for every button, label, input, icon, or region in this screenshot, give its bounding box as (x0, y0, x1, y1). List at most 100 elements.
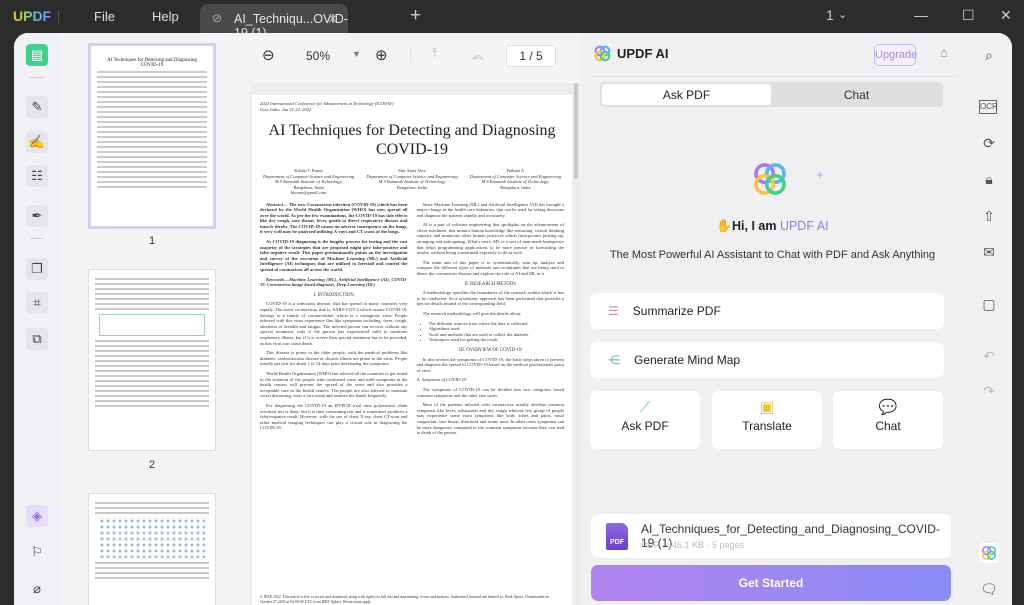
menu-file[interactable]: File (94, 9, 115, 24)
tab-chat[interactable]: Chat (772, 84, 941, 105)
paragraph: The symptoms of COVID-19 can be divided … (416, 386, 564, 398)
get-started-button[interactable]: Get Started (591, 565, 951, 601)
scrollbar[interactable] (574, 83, 578, 179)
subtitle: The Most Powerful AI Assistant to Chat w… (609, 249, 936, 261)
ask-pdf-card[interactable]: ⟋ Ask PDF (590, 391, 700, 449)
sign-icon[interactable]: ✒ (26, 205, 48, 227)
paragraph: Since Machine Learning (ML) and Artifici… (416, 201, 564, 218)
page-thumbnail[interactable] (88, 269, 216, 451)
paper-title: AI Techniques for Detecting and Diagnosi… (268, 122, 556, 158)
app-window: ▤ ✎ ✍ ☷ ✒ ❐ ⌗ ⧉ ◈ ⚐ ⌀ AI Techniques for … (14, 33, 1012, 605)
save-icon[interactable]: ▢ (979, 294, 999, 314)
comment-icon[interactable]: 🗨︎ (979, 579, 999, 599)
pdf-viewer: ⊖ 50% ▼ ⊕ ⤒ ︽ 1 / 5 2022 International C… (250, 33, 580, 605)
action-label: Generate Mind Map (634, 353, 741, 367)
ocr-icon[interactable]: OCR (979, 100, 998, 114)
upgrade-button[interactable]: Upgrade (874, 44, 917, 66)
zoom-out-icon[interactable]: ⊖ (262, 46, 275, 64)
search-icon[interactable]: ⌕ (979, 45, 999, 65)
paragraph: In this section the symptoms of COVID-19… (416, 356, 564, 373)
abstract-2: As COVID-19 diagnosing is the lengthy pr… (260, 239, 408, 273)
chevron-down-icon[interactable]: ⌄ (838, 8, 847, 21)
paragraph: Most of the patients infected with coron… (416, 402, 564, 436)
document-tab[interactable]: ⊘ AI_Techniqu...OVID-19 (1) ✕ (200, 4, 348, 40)
translate-icon: ▣ (759, 399, 775, 416)
updf-logo[interactable]: UPDF (13, 8, 51, 24)
new-tab-button[interactable]: + (410, 5, 421, 27)
author: Kshitij C Kamo Department of Computer Sci… (262, 168, 355, 195)
protect-icon[interactable]: 🔒︎ (979, 169, 999, 189)
zoom-in-icon[interactable]: ⊕ (375, 46, 388, 64)
divider (30, 238, 44, 239)
paragraph: The research methodology will give the d… (422, 311, 522, 316)
pdf-page: 2022 International Conference for Advanc… (252, 95, 572, 605)
chat-card[interactable]: 💬 Chat (833, 391, 943, 449)
organize-pages-icon[interactable]: ❐ (26, 258, 48, 280)
generate-mind-map-button[interactable]: ⋲ Generate Mind Map (590, 342, 944, 378)
bookmark-icon[interactable]: ⚐ (26, 541, 48, 563)
maximize-button[interactable]: ☐ (962, 7, 975, 24)
greeting: ✋Hi, I am UPDF AI (580, 219, 965, 234)
thumbnail-label: 1 (148, 235, 156, 247)
page-thumbnail[interactable]: AI Techniques for Detecting and Diagnosi… (88, 43, 216, 229)
previous-page-icon[interactable]: ︽ (472, 46, 484, 63)
minimize-button[interactable]: — (914, 7, 928, 23)
section-heading: II. RESEARCH METODS (464, 281, 517, 287)
translate-card[interactable]: ▣ Translate (712, 391, 822, 449)
title-bar: UPDF File Help ⊘ AI_Techniqu...OVID-19 (… (0, 0, 1024, 40)
form-icon[interactable]: ☷ (26, 165, 48, 187)
paragraph: A methodology specifies the boundaries o… (416, 290, 564, 307)
greeting-text: Hi, I am (732, 219, 780, 233)
card-label: Translate (742, 419, 792, 433)
updf-ai-large-logo-icon: + (752, 161, 824, 202)
first-page-icon[interactable]: ⤒ (432, 46, 437, 61)
figure (99, 314, 205, 336)
summarize-pdf-button[interactable]: ☰ Summarize PDF (590, 293, 944, 329)
file-meta: PDF · 446.1 KB · 5 pages (641, 540, 745, 550)
undo-icon[interactable]: ↶ (979, 346, 999, 366)
zoom-level[interactable]: 50% (306, 49, 330, 63)
section-heading: I. INTRODUCTION (313, 292, 354, 298)
edit-pdf-icon[interactable]: ✍ (26, 131, 48, 153)
page-thumbnail[interactable] (88, 493, 216, 605)
paragraph: World Health Organization (WHO) has advi… (260, 370, 408, 399)
crop-icon[interactable]: ⌗ (26, 292, 48, 314)
account-count[interactable]: 1 (826, 7, 834, 23)
action-label: Summarize PDF (632, 304, 721, 318)
highlighter-icon[interactable]: ✎ (26, 96, 48, 118)
right-toolbar: ⌕ OCR ⟳ 🔒︎ ⇧ ✉ ▢ ↶ ↷ 🗨︎ (965, 33, 1012, 605)
mind-map-icon: ⋲ (608, 353, 620, 367)
keywords: Keywords—Machine Learning (ML), Artifici… (260, 276, 408, 288)
ai-panel: UPDF AI Upgrade ⌂ Ask PDF Chat + ✋Hi, I … (580, 33, 965, 605)
ai-header: UPDF AI (594, 45, 669, 62)
list-icon: ☰ (608, 304, 619, 318)
section-heading: III. OVERVIEW OF COVID-19 (459, 347, 522, 353)
pdf-file-icon: PDF (606, 523, 628, 550)
email-icon[interactable]: ✉ (979, 242, 999, 262)
close-tab-icon[interactable]: ✕ (328, 11, 338, 26)
paragraph: The main aim of this paper is to systema… (416, 259, 564, 277)
convert-icon[interactable]: ⟳ (979, 133, 999, 153)
menu-help[interactable]: Help (152, 9, 179, 24)
magic-wand-icon: ⟋ (639, 399, 651, 416)
paragraph: AI is a part of software engineering tha… (416, 222, 564, 256)
watermark-icon[interactable]: ⧉ (26, 328, 48, 350)
page-number-input[interactable]: 1 / 5 (506, 45, 556, 67)
card-label: Chat (875, 419, 901, 433)
close-window-button[interactable]: ✕ (1000, 7, 1012, 24)
redo-icon[interactable]: ↷ (979, 381, 999, 401)
subsection-heading: A. Symptoms of COVID-19 (416, 377, 467, 383)
share-icon[interactable]: ⇧ (979, 206, 999, 226)
mode-tabs: Ask PDF Chat (600, 82, 943, 107)
clear-brush-icon[interactable]: ⌂ (940, 45, 948, 60)
abstract: Abstract— The new Coronavirus infection … (260, 201, 408, 235)
zoom-dropdown-icon[interactable]: ▼ (352, 49, 361, 59)
layers-icon[interactable]: ◈ (26, 505, 48, 527)
reader-icon[interactable]: ▤ (26, 44, 48, 66)
wave-hand-icon: ✋ (716, 219, 732, 233)
paragraph: For diagnosing the COVID-19 an RT-PCR (r… (260, 402, 408, 431)
attachment-icon[interactable]: ⌀ (26, 578, 48, 600)
updf-ai-toggle-icon[interactable] (979, 543, 999, 563)
paragraph: COVID-19 is a infectious disease, that h… (260, 301, 408, 346)
tab-ask-pdf[interactable]: Ask PDF (602, 84, 771, 105)
